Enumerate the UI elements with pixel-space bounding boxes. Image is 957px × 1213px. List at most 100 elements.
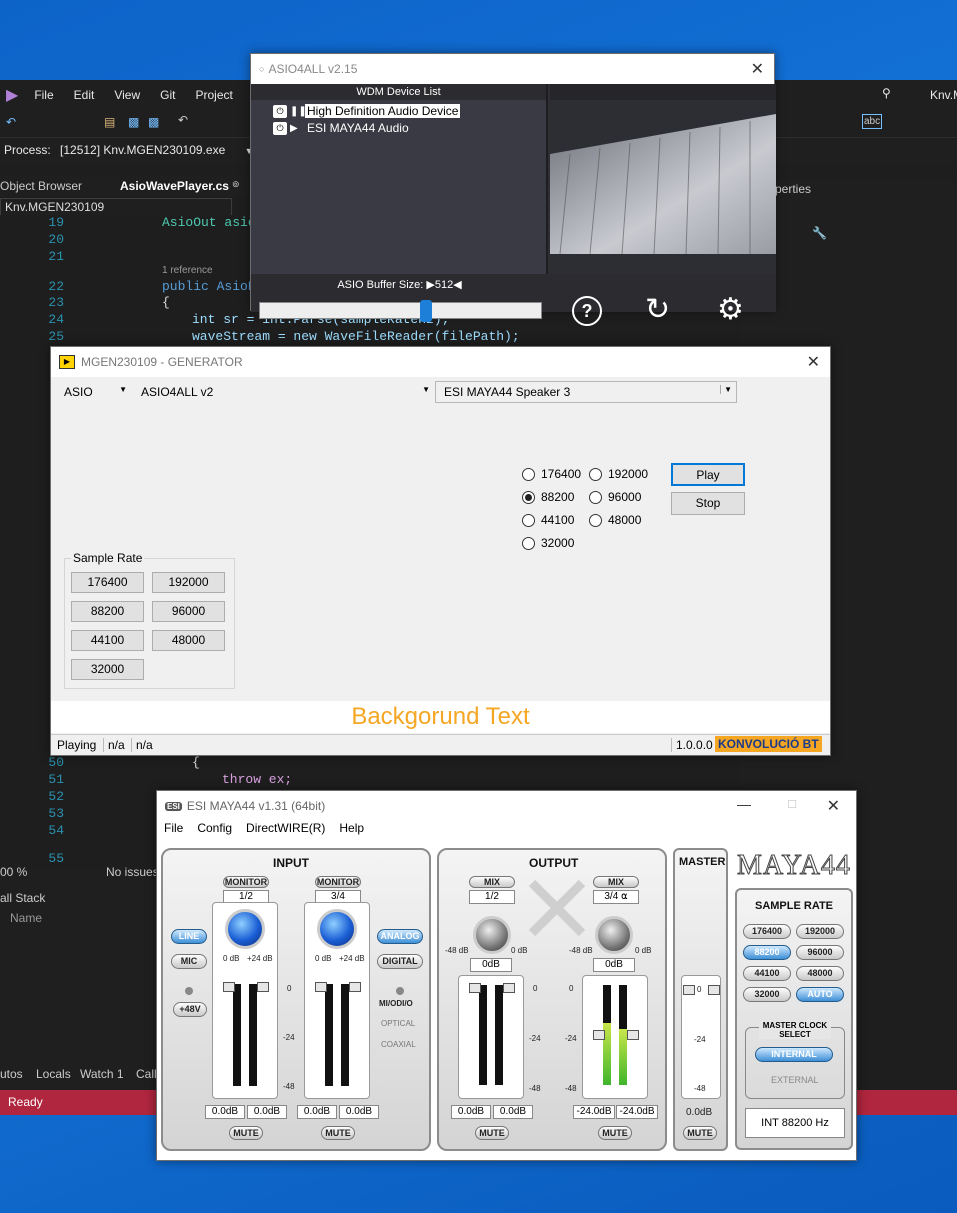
fader-knob[interactable] <box>315 982 327 992</box>
digital-button[interactable]: DIGITAL <box>377 954 423 969</box>
device-row[interactable]: ⏻ ▶ ESI MAYA44 Audio <box>273 120 411 136</box>
vs-menu-file[interactable]: File <box>24 88 63 102</box>
close-icon[interactable]: ✕ <box>807 352 820 372</box>
vs-menu-edit[interactable]: Edit <box>64 88 105 102</box>
radio-44100[interactable]: 44100 <box>522 513 574 527</box>
fader-knob[interactable] <box>469 983 481 993</box>
maya-rate-button-32000[interactable]: 32000 <box>743 987 791 1002</box>
vs-menu-project[interactable]: Project <box>185 88 242 102</box>
radio-176400[interactable]: 176400 <box>522 467 581 481</box>
maximize-icon[interactable]: □ <box>788 796 796 811</box>
maya-rate-button-88200[interactable]: 88200 <box>743 945 791 960</box>
maya-rate-button-auto[interactable]: AUTO <box>796 987 844 1002</box>
mic-button[interactable]: MIC <box>171 954 207 969</box>
radio-48000[interactable]: 48000 <box>589 513 641 527</box>
maya-rate-button-96000[interactable]: 96000 <box>796 945 844 960</box>
analog-button[interactable]: ANALOG <box>377 929 423 944</box>
fader-knob[interactable] <box>223 982 235 992</box>
phantom-48v-button[interactable]: +48V <box>173 1002 207 1017</box>
output-select[interactable]: ESI MAYA44 Speaker 3 ▼ <box>435 381 737 403</box>
back-icon[interactable]: ↶ <box>6 115 16 129</box>
rate-button-44100[interactable]: 44100 <box>71 630 144 651</box>
wrench-icon[interactable]: 🔧 <box>812 226 827 240</box>
driver-type-select[interactable]: ASIO ▼ <box>55 381 132 403</box>
line-button[interactable]: LINE <box>171 929 207 944</box>
mix-button-34[interactable]: MIX <box>593 876 639 888</box>
input-gain-knob-12[interactable] <box>225 909 265 949</box>
mix-button-12[interactable]: MIX <box>469 876 515 888</box>
pin-icon[interactable]: ⊚ <box>232 179 240 190</box>
issues-status[interactable]: No issues <box>106 865 159 879</box>
rate-button-88200[interactable]: 88200 <box>71 601 144 622</box>
reset-icon[interactable]: ↻ <box>645 292 670 327</box>
buffer-slider[interactable] <box>259 300 542 322</box>
radio-192000[interactable]: 192000 <box>589 467 648 481</box>
search-icon[interactable]: ⚲ <box>872 86 901 100</box>
play-button[interactable]: Play <box>671 463 745 486</box>
tab-asio-wave-player[interactable]: AsioWavePlayer.cs <box>120 179 229 193</box>
code-lens[interactable]: 1 reference <box>162 265 213 276</box>
maya-rate-button-48000[interactable]: 48000 <box>796 966 844 981</box>
rate-button-32000[interactable]: 32000 <box>71 659 144 680</box>
tab-object-browser[interactable]: Object Browser <box>0 179 82 193</box>
output-mute-button-34[interactable]: MUTE <box>598 1126 632 1140</box>
fader-knob[interactable] <box>503 983 515 993</box>
clock-internal-button[interactable]: INTERNAL <box>755 1047 833 1062</box>
buffer-slider-thumb[interactable] <box>420 300 432 322</box>
rate-button-48000[interactable]: 48000 <box>152 630 225 651</box>
save-icon[interactable]: ▩ <box>128 115 139 129</box>
maya-rate-button-192000[interactable]: 192000 <box>796 924 844 939</box>
fader-knob[interactable] <box>593 1030 605 1040</box>
monitor-button-12[interactable]: MONITOR <box>223 876 269 888</box>
save-all-icon[interactable]: ▩ <box>148 115 159 129</box>
vs-menu-git[interactable]: Git <box>150 88 185 102</box>
project-dropdown[interactable]: Knv.MGEN230109 <box>0 198 232 216</box>
fader-knob[interactable] <box>683 985 695 995</box>
vs-logo-icon[interactable]: ▶ <box>0 85 24 105</box>
fader-knob[interactable] <box>257 982 269 992</box>
maya-menu-file[interactable]: File <box>164 821 183 841</box>
radio-96000[interactable]: 96000 <box>589 490 641 504</box>
maya-rate-button-176400[interactable]: 176400 <box>743 924 791 939</box>
radio-32000[interactable]: 32000 <box>522 536 574 550</box>
input-gain-knob-34[interactable] <box>317 909 357 949</box>
rate-button-176400[interactable]: 176400 <box>71 572 144 593</box>
output-volume-knob-34[interactable] <box>595 916 633 954</box>
input-mute-button-34[interactable]: MUTE <box>321 1126 355 1140</box>
rate-button-192000[interactable]: 192000 <box>152 572 225 593</box>
minimize-icon[interactable]: — <box>737 796 751 812</box>
tab-call[interactable]: Call <box>136 1067 157 1081</box>
monitor-button-34[interactable]: MONITOR <box>315 876 361 888</box>
input-mute-button-12[interactable]: MUTE <box>229 1126 263 1140</box>
gear-icon[interactable]: ⚙ <box>717 292 744 327</box>
vs-menu-view[interactable]: View <box>104 88 150 102</box>
spell-icon[interactable]: abc <box>862 114 883 129</box>
tab-watch[interactable]: Watch 1 <box>80 1067 124 1081</box>
fader-knob[interactable] <box>349 982 361 992</box>
master-mute-button[interactable]: MUTE <box>683 1126 717 1140</box>
process-dropdown[interactable]: [12512] Knv.MGEN230109.exe <box>60 143 225 157</box>
maya-rate-button-44100[interactable]: 44100 <box>743 966 791 981</box>
open-icon[interactable]: ▤ <box>104 115 115 129</box>
fader-knob[interactable] <box>708 985 720 995</box>
maya-menu-directwire[interactable]: DirectWIRE(R) <box>246 821 325 841</box>
undo-icon[interactable]: ↶ <box>178 113 188 127</box>
tab-locals[interactable]: Locals <box>36 1067 71 1081</box>
tab-autos[interactable]: utos <box>0 1067 23 1081</box>
play-icon[interactable]: ▶ <box>290 122 302 135</box>
power-icon[interactable]: ⏻ <box>273 104 287 118</box>
close-icon[interactable]: ✕ <box>751 59 764 79</box>
help-icon[interactable]: ? <box>572 296 602 326</box>
fader-knob[interactable] <box>627 1030 639 1040</box>
zoom-level[interactable]: 00 % <box>0 865 27 879</box>
maya-menu-config[interactable]: Config <box>197 821 232 841</box>
rate-button-96000[interactable]: 96000 <box>152 601 225 622</box>
output-volume-knob-12[interactable] <box>473 916 511 954</box>
maya-menu-help[interactable]: Help <box>339 821 364 841</box>
radio-88200[interactable]: 88200 <box>522 490 574 504</box>
power-icon[interactable]: ⏻ <box>273 121 287 135</box>
device-row[interactable]: ⏻ ❚❚ High Definition Audio Device <box>273 103 461 119</box>
output-mute-button-12[interactable]: MUTE <box>475 1126 509 1140</box>
pause-icon[interactable]: ❚❚ <box>290 105 307 118</box>
stop-button[interactable]: Stop <box>671 492 745 515</box>
